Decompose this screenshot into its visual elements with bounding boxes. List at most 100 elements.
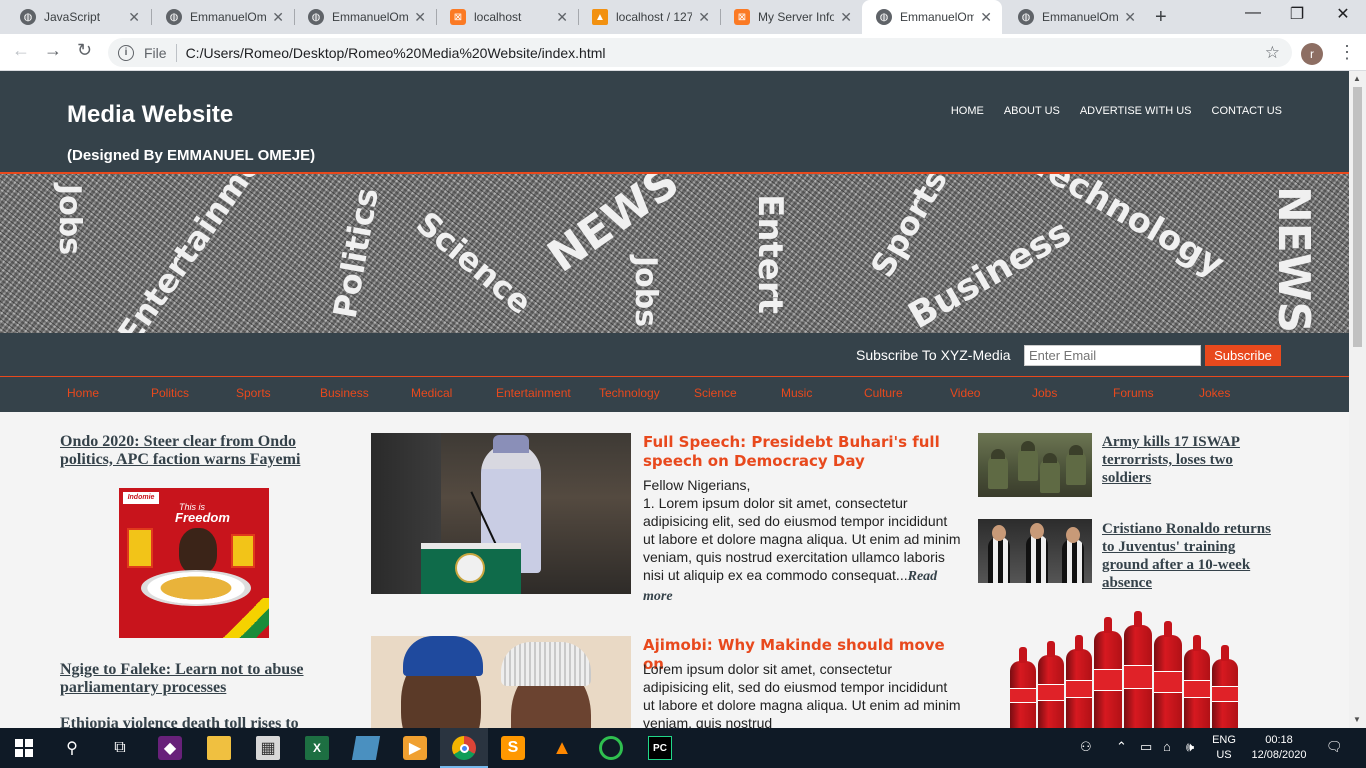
notification-icon[interactable]: 🗨 (1326, 739, 1343, 755)
browser-tab-active[interactable]: ◍ EmmanuelOm ✕ (862, 0, 1002, 34)
article-card: Ajimobi: Why Makinde should move on Lore… (371, 636, 961, 728)
globe-icon: ◍ (308, 9, 324, 25)
category-link[interactable]: Sports (236, 386, 271, 400)
category-link[interactable]: Medical (411, 386, 452, 400)
browser-tab[interactable]: ◍ JavaScript ✕ (6, 0, 150, 34)
info-icon[interactable]: i (118, 44, 134, 61)
scroll-down-icon[interactable]: ▼ (1353, 715, 1361, 724)
close-tab-icon[interactable]: ✕ (698, 9, 710, 26)
coca-cola-ad[interactable] (998, 601, 1258, 728)
clock[interactable]: 00:18 12/08/2020 (1246, 733, 1312, 763)
pycharm-icon[interactable]: PC (648, 736, 672, 760)
notepad-icon[interactable] (351, 736, 381, 760)
file-explorer-icon[interactable] (207, 736, 231, 760)
maximize-icon[interactable]: ❐ (1274, 4, 1320, 24)
minimize-icon[interactable]: — (1230, 4, 1276, 22)
browser-tab[interactable]: ▲ localhost / 127 ✕ (578, 0, 720, 34)
page-scrollbar[interactable]: ▲ ▼ (1349, 71, 1366, 728)
chrome-icon[interactable] (452, 736, 476, 760)
network-icon[interactable]: ⌂ (1163, 739, 1171, 754)
article-salutation: Fellow Nigerians, (643, 477, 751, 493)
vlc-icon[interactable]: ▲ (550, 736, 574, 760)
category-link[interactable]: Business (320, 386, 369, 400)
site-header: Media Website (Designed By EMMANUEL OMEJ… (0, 71, 1349, 174)
search-icon[interactable]: ⚲ (60, 736, 84, 760)
scroll-up-icon[interactable]: ▲ (1353, 74, 1361, 83)
browser-tab[interactable]: ◍ EmmanuelOm ✕ (152, 0, 294, 34)
category-link[interactable]: Video (950, 386, 980, 400)
category-link[interactable]: Science (694, 386, 737, 400)
category-link[interactable]: Home (67, 386, 99, 400)
close-tab-icon[interactable]: ✕ (980, 9, 992, 26)
army-thumbnail[interactable] (978, 433, 1092, 497)
globe-icon: ◍ (166, 9, 182, 25)
story-link[interactable]: Ethiopia violence death toll rises to (60, 715, 330, 728)
category-link[interactable]: Entertainment (496, 386, 571, 400)
forward-icon[interactable]: → (44, 40, 62, 61)
nav-home[interactable]: HOME (951, 105, 984, 117)
language-indicator[interactable]: ENG US (1208, 733, 1240, 763)
story-link[interactable]: Ngige to Faleke: Learn not to abuse parl… (60, 661, 330, 697)
sublime-text-icon[interactable]: S (501, 736, 525, 760)
globe-icon: ◍ (1018, 9, 1034, 25)
url-text[interactable]: C:/Users/Romeo/Desktop/Romeo%20Media%20W… (186, 45, 606, 61)
subscribe-button[interactable]: Subscribe (1205, 345, 1281, 366)
back-icon[interactable]: ← (12, 40, 30, 61)
close-tab-icon[interactable]: ✕ (128, 9, 140, 26)
windows-start-icon[interactable] (12, 736, 36, 760)
new-tab-icon[interactable]: + (1155, 6, 1167, 29)
category-link[interactable]: Politics (151, 386, 189, 400)
calculator-icon[interactable]: ▦ (256, 736, 280, 760)
bookmark-star-icon[interactable]: ☆ (1265, 43, 1280, 63)
refresh-app-icon[interactable] (599, 736, 623, 760)
close-tab-icon[interactable]: ✕ (272, 9, 284, 26)
top-nav: HOME ABOUT US ADVERTISE WITH US CONTACT … (951, 105, 1282, 117)
nav-contact-us[interactable]: CONTACT US (1212, 105, 1283, 117)
volume-icon[interactable]: 🕪 (1186, 739, 1194, 755)
nav-about-us[interactable]: ABOUT US (1004, 105, 1060, 117)
category-link[interactable]: Culture (864, 386, 903, 400)
web-page: Media Website (Designed By EMMANUEL OMEJ… (0, 71, 1349, 728)
banner-word: Entertainment (110, 174, 292, 333)
close-tab-icon[interactable]: ✕ (414, 9, 426, 26)
article-headline[interactable]: Full Speech: Presidebt Buhari's full spe… (643, 433, 961, 471)
ronaldo-thumbnail[interactable] (978, 519, 1092, 583)
close-window-icon[interactable]: ✕ (1320, 4, 1366, 24)
battery-icon[interactable]: ▭ (1140, 739, 1152, 755)
article-image[interactable] (371, 636, 631, 728)
profile-avatar[interactable]: r (1301, 43, 1323, 65)
article-body: 1. Lorem ipsum dolor sit amet, consectet… (643, 495, 961, 604)
task-view-icon[interactable]: ⧉ (108, 736, 132, 760)
address-bar[interactable]: i File C:/Users/Romeo/Desktop/Romeo%20Me… (108, 38, 1292, 67)
category-link[interactable]: Jobs (1032, 386, 1057, 400)
close-tab-icon[interactable]: ✕ (1124, 9, 1136, 26)
indomie-ad[interactable]: Indomie This is Freedom (119, 488, 269, 638)
banner-word: Science (408, 204, 540, 322)
category-link[interactable]: Music (781, 386, 812, 400)
story-link[interactable]: Army kills 17 ISWAP terrorrists, loses t… (1102, 433, 1282, 487)
excel-icon[interactable]: X (305, 736, 329, 760)
close-tab-icon[interactable]: ✕ (840, 9, 852, 26)
banner-word: Business (901, 211, 1078, 333)
people-icon[interactable]: ⚇ (1080, 739, 1092, 755)
scrollbar-thumb[interactable] (1353, 87, 1362, 347)
article-image[interactable] (371, 433, 631, 594)
browser-tab[interactable]: ⊠ localhost ✕ (436, 0, 578, 34)
category-link[interactable]: Technology (599, 386, 660, 400)
nav-advertise[interactable]: ADVERTISE WITH US (1080, 105, 1192, 117)
email-field[interactable] (1024, 345, 1201, 366)
close-tab-icon[interactable]: ✕ (556, 9, 568, 26)
story-link[interactable]: Cristiano Ronaldo returns to Juventus' t… (1102, 520, 1282, 592)
browser-tab[interactable]: ⊠ My Server Info ✕ (720, 0, 862, 34)
banner-word: Sports (863, 174, 956, 284)
story-link[interactable]: Ondo 2020: Steer clear from Ondo politic… (60, 433, 330, 469)
chevron-up-icon[interactable]: ⌃ (1116, 739, 1127, 755)
category-link[interactable]: Forums (1113, 386, 1154, 400)
browser-tab[interactable]: ◍ EmmanuelOm ✕ (294, 0, 436, 34)
video-editor-icon[interactable]: ▶ (403, 736, 427, 760)
visual-studio-icon[interactable]: ◆ (158, 736, 182, 760)
menu-icon[interactable]: ⋮ (1338, 42, 1356, 63)
category-link[interactable]: Jokes (1199, 386, 1230, 400)
reload-icon[interactable]: ↻ (77, 40, 92, 61)
browser-tab[interactable]: ◍ EmmanuelOm ✕ (1004, 0, 1146, 34)
